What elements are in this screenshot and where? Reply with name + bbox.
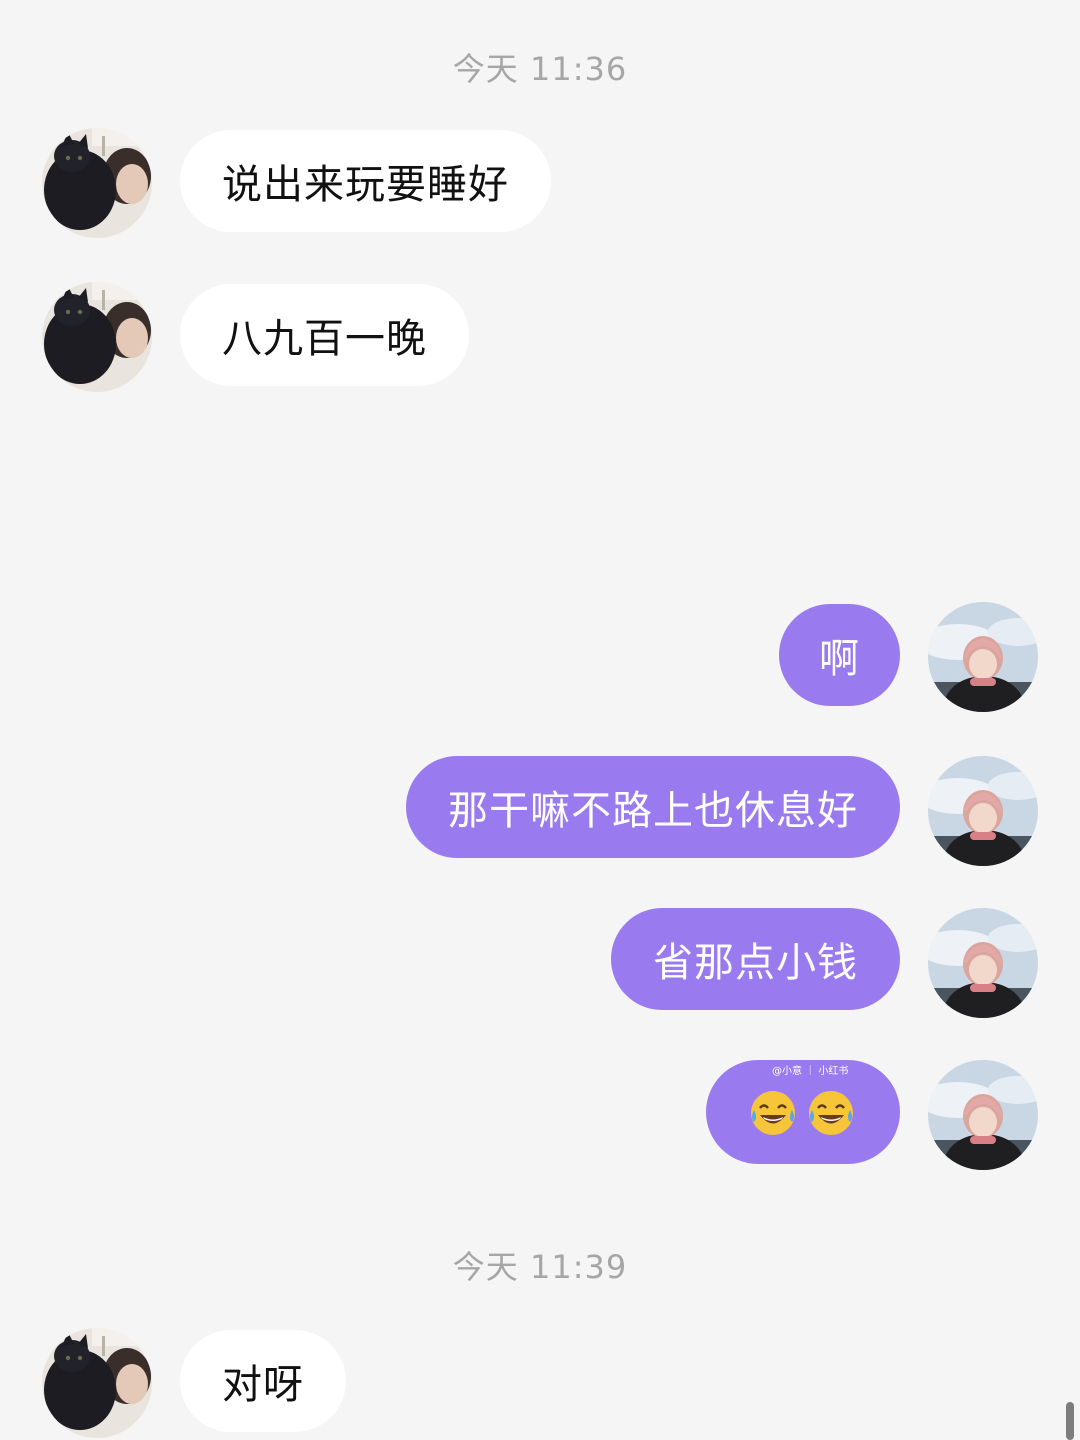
self-avatar-image: [928, 602, 1038, 712]
self-avatar-image: [928, 908, 1038, 1018]
self-avatar[interactable]: [928, 756, 1038, 866]
tears-of-joy-emoji-icon: [809, 1091, 853, 1135]
watermark-text: @小意 ｜ 小红书: [772, 1066, 849, 1077]
contact-avatar[interactable]: [42, 128, 152, 238]
contact-avatar-image: [42, 282, 152, 392]
message-bubble-incoming[interactable]: 说出来玩要睡好: [180, 130, 551, 232]
contact-avatar-image: [42, 128, 152, 238]
timestamp: 今天 11:39: [452, 1248, 628, 1286]
timestamp: 今天 11:36: [452, 50, 628, 88]
message-bubble-emoji[interactable]: @小意 ｜ 小红书: [706, 1060, 900, 1164]
self-avatar-image: [928, 756, 1038, 866]
contact-avatar[interactable]: [42, 282, 152, 392]
contact-avatar-image: [42, 1328, 152, 1438]
tears-of-joy-emoji-icon: [751, 1091, 795, 1135]
message-bubble-outgoing[interactable]: 啊: [779, 604, 900, 706]
message-bubble-incoming[interactable]: 八九百一晚: [180, 284, 469, 386]
scrollbar[interactable]: [1066, 1402, 1074, 1440]
self-avatar-image: [928, 1060, 1038, 1170]
self-avatar[interactable]: [928, 908, 1038, 1018]
message-bubble-incoming[interactable]: 对呀: [180, 1330, 346, 1432]
message-bubble-outgoing[interactable]: 那干嘛不路上也休息好: [406, 756, 900, 858]
contact-avatar[interactable]: [42, 1328, 152, 1438]
self-avatar[interactable]: [928, 602, 1038, 712]
self-avatar[interactable]: [928, 1060, 1038, 1170]
message-bubble-outgoing[interactable]: 省那点小钱: [611, 908, 900, 1010]
